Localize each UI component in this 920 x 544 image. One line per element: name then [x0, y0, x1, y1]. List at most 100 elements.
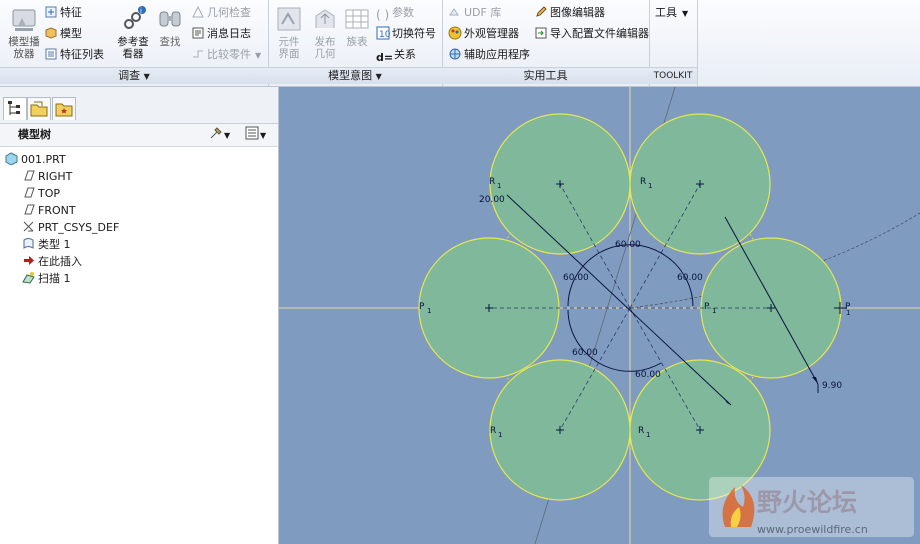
svg-text:R: R — [490, 426, 496, 436]
group-label-model-intent[interactable]: 模型意图 ▼ — [268, 67, 442, 84]
feature-icon — [45, 6, 57, 18]
family-table-label: 族表 — [346, 36, 368, 48]
tree-item-part[interactable]: 001.PRT — [5, 151, 66, 168]
compare-part-label: 比较零件 — [207, 48, 251, 61]
tools-label: 工具 — [655, 6, 677, 19]
feature-button[interactable]: 特征 — [44, 4, 82, 22]
compare-part-button[interactable]: 比较零件 ▼ — [191, 46, 261, 64]
parameters-button[interactable]: ( ) 参数 — [376, 4, 414, 22]
binoculars-icon — [159, 11, 181, 27]
auxiliary-app-button[interactable]: 辅助应用程序 — [448, 46, 530, 64]
publish-geometry-icon — [315, 9, 335, 28]
part-icon — [5, 152, 18, 165]
parameters-label: 参数 — [392, 6, 414, 19]
image-editor-button[interactable]: 图像编辑器 — [534, 4, 605, 22]
tree-item-csys[interactable]: PRT_CSYS_DEF — [22, 219, 119, 236]
chevron-down-icon: ▼ — [224, 131, 231, 140]
geometry-check-label: 几何检查 — [207, 6, 251, 19]
model-player-label: 模型播 放器 — [8, 36, 40, 60]
svg-text:1: 1 — [648, 182, 652, 190]
tree-columns-button[interactable]: ▼ — [244, 124, 266, 147]
udf-library-label: UDF 库 — [464, 6, 502, 19]
dim-angle-right[interactable]: 60.00 — [677, 273, 703, 283]
udf-library-icon — [449, 8, 459, 16]
svg-text:1: 1 — [497, 182, 501, 190]
tab-folder-browser[interactable] — [27, 97, 51, 120]
feature-list-button[interactable]: 特征列表 — [44, 46, 104, 64]
ribbon: 模型播 放器 特征 模型 特征列表 i 参考查 看器 查找 几何检查 消息日志 … — [0, 0, 920, 87]
type-icon — [23, 238, 34, 249]
find-label: 查找 — [159, 36, 181, 48]
svg-text:1: 1 — [846, 309, 850, 317]
model-player-icon — [12, 9, 36, 31]
svg-text:1: 1 — [712, 307, 716, 315]
tree-settings-button[interactable]: ▼ — [208, 124, 230, 147]
model-label: 模型 — [60, 27, 82, 40]
component-interface-icon — [277, 7, 301, 31]
family-table-icon — [345, 9, 369, 29]
message-log-label: 消息日志 — [207, 27, 251, 40]
switch-symbol-label: 切换符号 — [392, 27, 436, 40]
find-button[interactable]: 查找 — [150, 4, 190, 48]
dim-9-90[interactable]: 9.90 — [822, 381, 842, 391]
datum-plane-icon — [24, 187, 35, 198]
appearance-manager-button[interactable]: 外观管理器 — [448, 25, 519, 43]
model-icon — [45, 27, 57, 39]
svg-text:i: i — [140, 7, 142, 15]
graphics-window[interactable]: 20.00 9.90 60.00 60.00 60.00 60.00 60.00… — [279, 87, 920, 544]
appearance-manager-icon — [448, 26, 462, 40]
group-utilities: UDF 库 外观管理器 辅助应用程序 图像编辑器 导入配置文件编辑器 实用工具 — [442, 0, 650, 86]
feature-list-icon — [45, 48, 57, 60]
relations-button[interactable]: d=关系 — [376, 46, 416, 64]
appearance-manager-label: 外观管理器 — [464, 27, 519, 40]
model-button[interactable]: 模型 — [44, 25, 82, 43]
group-investigate: 模型播 放器 特征 模型 特征列表 i 参考查 看器 查找 几何检查 消息日志 … — [0, 0, 269, 86]
dim-angle-bottom[interactable]: 60.00 — [635, 370, 661, 380]
svg-text:1: 1 — [646, 431, 650, 439]
reference-viewer-label: 参考查 看器 — [117, 36, 149, 60]
chevron-down-icon[interactable]: ▼ — [255, 51, 261, 60]
model-player-button[interactable]: 模型播 放器 — [2, 4, 46, 60]
tools-menu-button[interactable]: 工具 ▼ — [655, 4, 688, 22]
reference-viewer-button[interactable]: i 参考查 看器 — [111, 4, 155, 60]
dim-angle-lower-left[interactable]: 60.00 — [572, 348, 598, 358]
braces-icon: ( ) — [376, 8, 390, 22]
tree-item-insert-here[interactable]: 在此插入 — [22, 253, 82, 270]
relations-label: 关系 — [394, 48, 416, 61]
import-config-editor-button[interactable]: 导入配置文件编辑器 — [534, 25, 649, 43]
dim-diameter-20[interactable]: 20.00 — [479, 195, 505, 205]
sweep-icon — [22, 272, 35, 284]
svg-text:R: R — [489, 177, 495, 187]
model-tree-header: 模型树 ▼ ▼ — [0, 124, 278, 147]
group-label-investigate[interactable]: 调查 ▼ — [0, 67, 268, 84]
sketch-canvas[interactable]: 20.00 9.90 60.00 60.00 60.00 60.00 60.00… — [279, 87, 920, 544]
udf-library-button[interactable]: UDF 库 — [448, 4, 501, 22]
folder-icon — [30, 101, 48, 117]
tree-item-sweep[interactable]: 扫描 1 — [22, 270, 71, 287]
model-tree-panel: 模型树 ▼ ▼ 001.PRT RIGHT TOP FRONT PRT_CSYS… — [0, 87, 279, 544]
component-interface-button[interactable]: 元件 界面 — [270, 4, 308, 60]
family-table-button[interactable]: 族表 — [338, 4, 376, 48]
group-label-toolkit: TOOLKIT — [649, 67, 697, 84]
tab-model-tree[interactable] — [3, 97, 27, 120]
image-editor-label: 图像编辑器 — [550, 6, 605, 19]
tree-item-top[interactable]: TOP — [22, 185, 60, 202]
group-label-utilities: 实用工具 — [442, 67, 649, 84]
chevron-down-icon: ▼ — [682, 9, 689, 18]
import-config-editor-label: 导入配置文件编辑器 — [550, 27, 649, 40]
geometry-check-button[interactable]: 几何检查 — [191, 4, 251, 22]
svg-text:R: R — [638, 426, 644, 436]
group-tools: 工具 ▼ TOOLKIT — [649, 0, 698, 86]
dim-angle-top[interactable]: 60.00 — [615, 240, 641, 250]
dim-angle-left[interactable]: 60.00 — [563, 273, 589, 283]
switch-symbol-button[interactable]: 10 切换符号 — [376, 25, 436, 43]
tree-item-right[interactable]: RIGHT — [22, 168, 72, 185]
list-settings-icon — [245, 126, 259, 140]
tree-item-front[interactable]: FRONT — [22, 202, 76, 219]
message-log-button[interactable]: 消息日志 — [191, 25, 251, 43]
tree-item-type[interactable]: 类型 1 — [22, 236, 71, 253]
tab-favorites[interactable] — [52, 97, 76, 120]
favorites-folder-icon — [55, 103, 73, 117]
geometry-check-icon — [192, 5, 204, 18]
message-log-icon — [192, 27, 204, 39]
